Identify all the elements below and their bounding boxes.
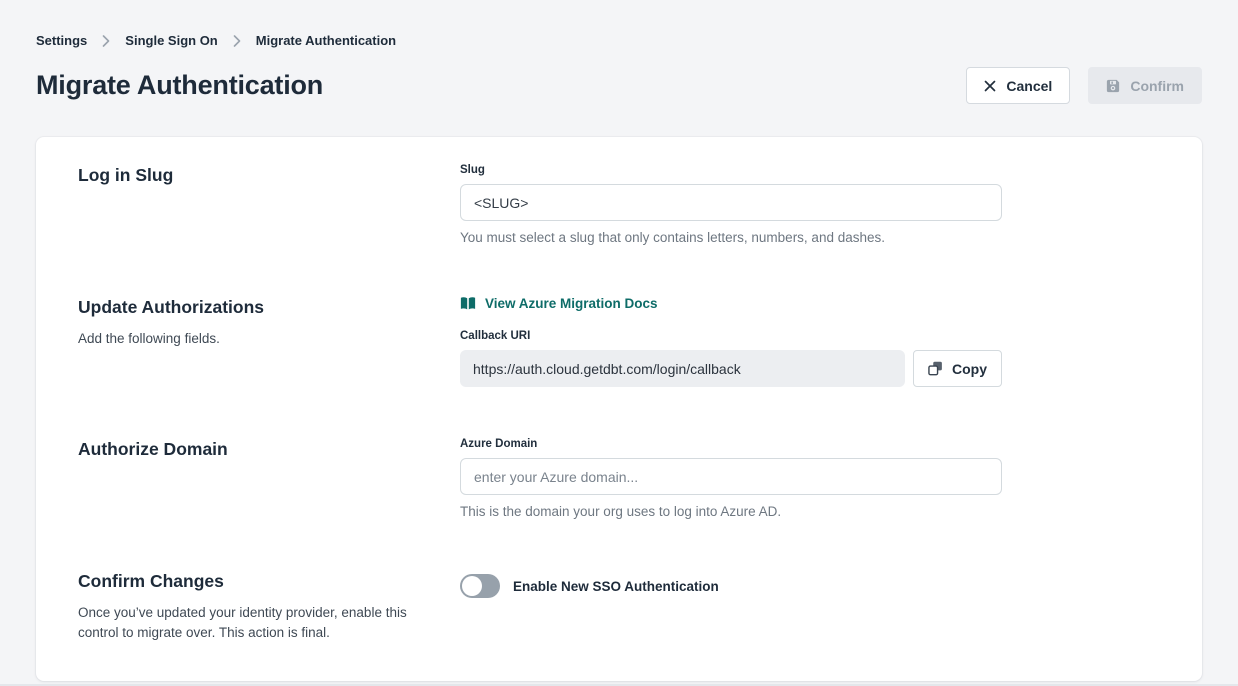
callback-uri-value[interactable]: https://auth.cloud.getdbt.com/login/call… <box>460 350 905 387</box>
azure-domain-field-label: Azure Domain <box>460 438 1160 450</box>
chevron-right-icon <box>102 35 110 47</box>
copy-button[interactable]: Copy <box>913 350 1002 387</box>
azure-domain-input[interactable] <box>460 458 1002 495</box>
migrate-authentication-page: Settings Single Sign On Migrate Authenti… <box>0 0 1238 681</box>
breadcrumb-migrate-authentication[interactable]: Migrate Authentication <box>256 33 396 48</box>
section-login-slug-right: Slug You must select a slug that only co… <box>460 164 1160 245</box>
section-heading-login-slug: Log in Slug <box>78 165 460 186</box>
section-login-slug-left: Log in Slug <box>78 164 460 245</box>
enable-sso-toggle-label: Enable New SSO Authentication <box>513 579 719 594</box>
confirm-button[interactable]: Confirm <box>1088 67 1202 104</box>
book-icon <box>460 296 476 311</box>
section-login-slug: Log in Slug Slug You must select a slug … <box>78 164 1160 245</box>
slug-help-text: You must select a slug that only contain… <box>460 230 1160 245</box>
migrate-authentication-card: Log in Slug Slug You must select a slug … <box>36 137 1202 681</box>
page-header: Migrate Authentication Cancel <box>36 67 1202 104</box>
section-confirm-changes-left: Confirm Changes Once you’ve updated your… <box>78 570 460 643</box>
slug-input[interactable] <box>460 184 1002 221</box>
enable-sso-toggle-row: Enable New SSO Authentication <box>460 574 1160 598</box>
breadcrumb: Settings Single Sign On Migrate Authenti… <box>36 33 1202 48</box>
section-confirm-changes: Confirm Changes Once you’ve updated your… <box>78 570 1160 643</box>
section-authorize-domain-left: Authorize Domain <box>78 438 460 519</box>
breadcrumb-settings[interactable]: Settings <box>36 33 87 48</box>
save-icon <box>1106 79 1120 93</box>
copy-icon <box>928 361 943 376</box>
callback-uri-field-label: Callback URI <box>460 330 1160 342</box>
cancel-button-label: Cancel <box>1006 78 1052 94</box>
azure-migration-docs-link[interactable]: View Azure Migration Docs <box>460 296 658 311</box>
enable-sso-toggle[interactable] <box>460 574 500 598</box>
section-update-authorizations-left: Update Authorizations Add the following … <box>78 296 460 387</box>
section-heading-authorize-domain: Authorize Domain <box>78 439 460 460</box>
copy-button-label: Copy <box>952 361 987 377</box>
azure-migration-docs-link-label: View Azure Migration Docs <box>485 296 658 311</box>
confirm-changes-subtitle: Once you’ve updated your identity provid… <box>78 603 423 643</box>
confirm-button-label: Confirm <box>1130 78 1184 94</box>
section-heading-update-authorizations: Update Authorizations <box>78 297 460 318</box>
section-heading-confirm-changes: Confirm Changes <box>78 571 460 592</box>
cancel-button[interactable]: Cancel <box>966 67 1070 104</box>
section-confirm-changes-right: Enable New SSO Authentication <box>460 570 1160 643</box>
section-authorize-domain: Authorize Domain Azure Domain This is th… <box>78 438 1160 519</box>
callback-uri-row: https://auth.cloud.getdbt.com/login/call… <box>460 350 1002 387</box>
close-icon <box>984 80 996 92</box>
section-update-authorizations-right: View Azure Migration Docs Callback URI h… <box>460 296 1160 387</box>
slug-field-label: Slug <box>460 164 1160 176</box>
breadcrumb-single-sign-on[interactable]: Single Sign On <box>125 33 217 48</box>
section-authorize-domain-right: Azure Domain This is the domain your org… <box>460 438 1160 519</box>
page-title: Migrate Authentication <box>36 70 323 101</box>
toggle-knob <box>462 576 482 596</box>
section-update-authorizations: Update Authorizations Add the following … <box>78 296 1160 387</box>
chevron-right-icon <box>233 35 241 47</box>
update-authorizations-subtitle: Add the following fields. <box>78 329 423 349</box>
azure-domain-help-text: This is the domain your org uses to log … <box>460 504 1160 519</box>
header-actions: Cancel Confirm <box>966 67 1202 104</box>
